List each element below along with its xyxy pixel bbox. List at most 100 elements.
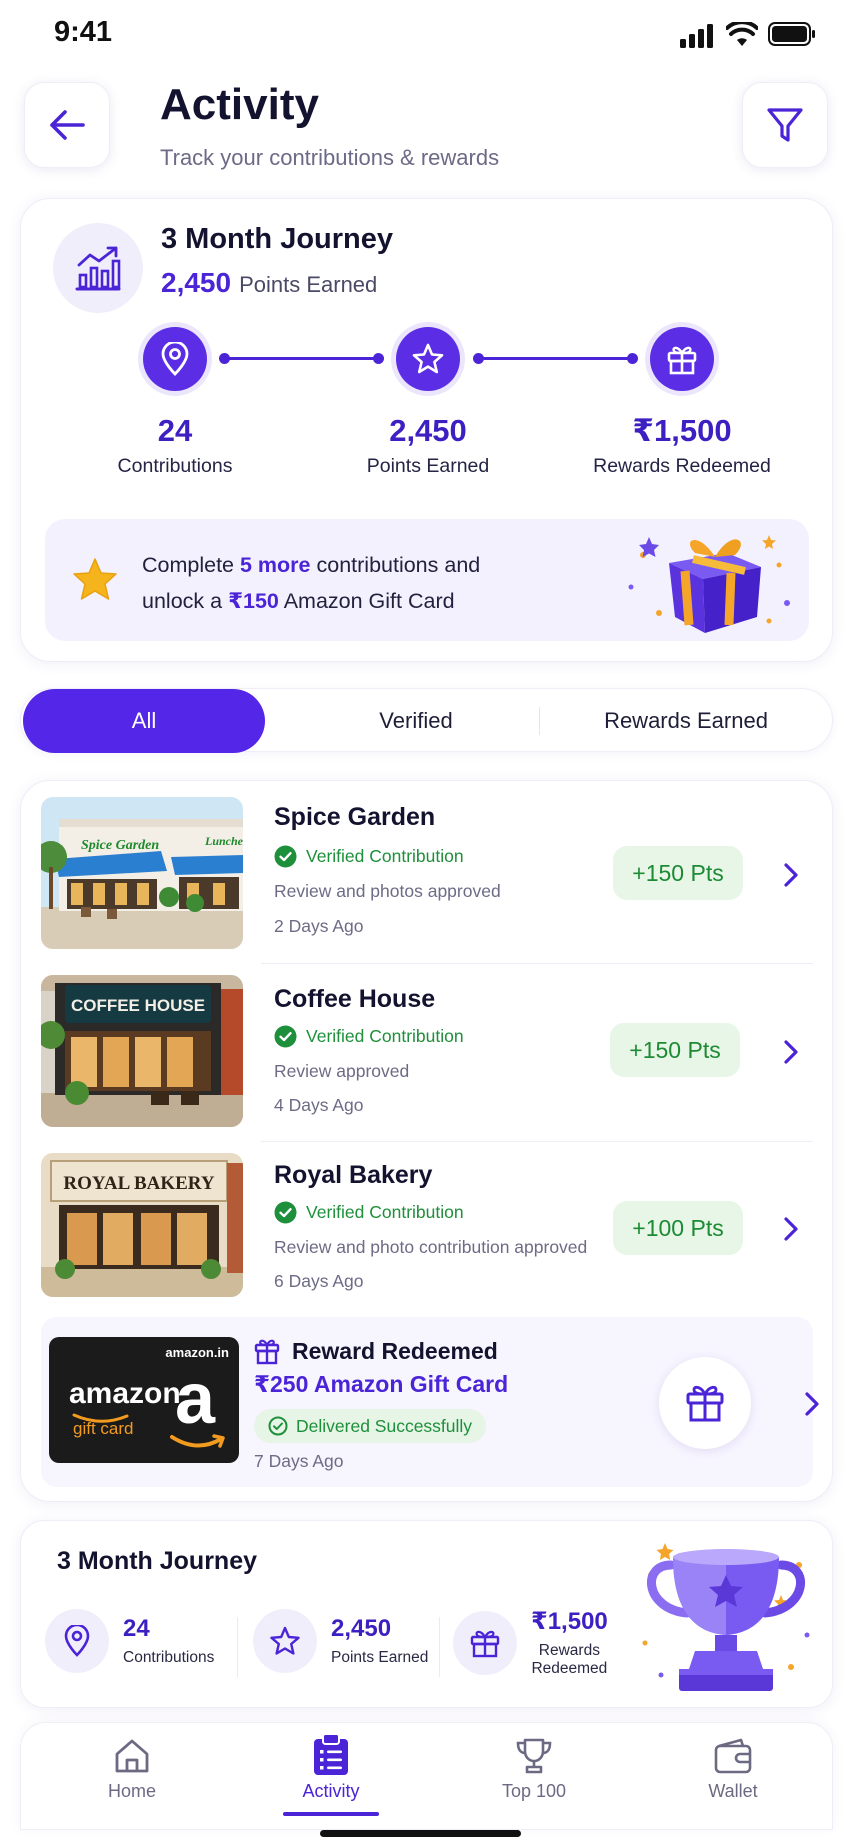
check-circle-icon [274,845,297,868]
delivered-badge: Delivered Successfully [254,1409,487,1443]
amazon-smile-icon [72,1413,129,1423]
journey-points: 2,450 Points Earned [161,267,377,299]
active-indicator [283,1812,379,1816]
chevron-right-icon[interactable] [783,862,799,888]
nav-activity[interactable]: Activity [271,1733,391,1816]
points-badge: +150 Pts [610,1023,740,1077]
item-description: Review and photo contribution approved [274,1237,588,1257]
reward-time: 7 Days Ago [254,1451,344,1471]
nav-wallet[interactable]: Wallet [673,1737,793,1802]
check-circle-icon [268,1416,288,1436]
restaurant-image: Spice Garden Lunches [41,797,243,949]
nav-home[interactable]: Home [72,1737,192,1802]
summary-divider [237,1617,238,1677]
filter-icon [767,108,803,142]
status-time: 9:41 [54,16,113,48]
sign-text: ROYAL BAKERY [63,1173,214,1194]
tab-label: Rewards Earned [604,708,768,733]
summary-value: 2,450 [331,1615,392,1642]
summary-stat-points: 2,450 Points Earned [253,1609,428,1673]
stat-value: 24 [157,413,193,448]
summary-stat-rewards: ₹1,500 Rewards Redeemed [453,1607,608,1678]
chevron-right-icon[interactable] [783,1216,799,1242]
stat-value: 2,450 [389,413,467,448]
amazon-smile-icon [170,1434,225,1448]
stat-points: 2,450 Points Earned [328,413,528,478]
filter-button[interactable] [742,82,828,168]
list-item[interactable]: ROYAL BAKERY Royal Bakery Verified Contr… [21,1141,834,1317]
card-domain: amazon.in [165,1345,229,1360]
timeline-dot [473,353,484,364]
nav-top-100[interactable]: Top 100 [474,1737,594,1802]
nav-label: Wallet [708,1781,758,1801]
item-time: 4 Days Ago [274,1095,364,1115]
star-icon [253,1609,317,1673]
item-title: Royal Bakery [274,1161,433,1189]
star-icon [396,327,460,391]
tab-label: Verified [379,708,453,733]
status-text: Verified Contribution [306,1026,464,1046]
sign-text: Lunches [204,834,243,848]
item-description: Review and photos approved [274,881,501,901]
gift-icon [254,1339,280,1365]
stat-label: Contributions [117,455,233,477]
delivered-text: Delivered Successfully [296,1415,473,1436]
points-badge: +150 Pts [613,846,743,900]
summary-stat-contributions: 24 Contributions [45,1609,214,1673]
gift-icon [650,327,714,391]
tab-verified[interactable]: Verified [291,689,541,753]
bottom-nav: Home Activity Top 100 Wallet [20,1722,833,1830]
timeline-dot [373,353,384,364]
star-badge-icon [73,558,117,600]
reward-title-row: Reward Redeemed [254,1337,498,1365]
summary-title: 3 Month Journey [57,1547,258,1575]
nav-label: Home [107,1781,156,1801]
status-verified: Verified Contribution [274,1201,464,1224]
summary-label: Redeemed [531,1660,608,1677]
timeline-dot [219,353,230,364]
card-letter: a [175,1359,216,1439]
summary-label: Contributions [123,1649,215,1666]
wifi-icon [726,22,758,46]
status-text: Verified Contribution [306,1202,464,1222]
gift-icon [453,1610,517,1675]
promo-text: Complete 5 more contributions and unlock… [142,553,481,613]
item-description: Review approved [274,1061,410,1081]
summary-card: 3 Month Journey 24 Contributions 2,450 P… [20,1520,833,1708]
journey-title: 3 Month Journey [161,223,394,255]
stat-label: Rewards Redeemed [593,455,771,477]
stat-contributions: 24 Contributions [75,413,275,478]
sign-text: COFFEE HOUSE [71,996,205,1015]
item-title: Coffee House [274,985,436,1013]
journey-points-label: Points Earned [239,272,378,297]
reward-item[interactable]: amazon.in amazon gift card a Reward Rede… [41,1317,819,1487]
points-badge: +100 Pts [613,1201,743,1255]
promo-banner[interactable]: Complete 5 more contributions and unlock… [45,519,809,641]
tab-label: All [131,708,157,733]
summary-value: 24 [123,1615,150,1642]
back-button[interactable] [24,82,110,168]
check-circle-icon [274,1201,297,1224]
timeline-line-1 [223,357,381,360]
home-indicator [320,1830,521,1837]
trophy-illustration [642,1543,810,1691]
restaurant-image: ROYAL BAKERY [41,1153,243,1297]
nav-label: Activity [302,1781,360,1801]
location-pin-icon [143,327,207,391]
summary-label: Points Earned [331,1649,429,1666]
chevron-right-icon[interactable] [804,1391,820,1417]
status-text: Verified Contribution [306,846,464,866]
tab-rewards-earned[interactable]: Rewards Earned [551,689,821,753]
journey-card: 3 Month Journey 2,450 Points Earned 24 C… [20,198,833,662]
item-time: 2 Days Ago [274,916,364,936]
restaurant-image: COFFEE HOUSE [41,975,243,1127]
item-time: 6 Days Ago [274,1271,364,1291]
tab-all[interactable]: All [23,689,265,753]
chevron-right-icon[interactable] [783,1039,799,1065]
check-circle-icon [274,1025,297,1048]
gift-circle-icon [659,1357,751,1449]
list-item[interactable]: COFFEE HOUSE Coffee House Verified Contr… [21,963,834,1141]
list-item[interactable]: Spice Garden Lunches Spice Garden Verifi… [21,781,834,963]
journey-points-value: 2,450 [161,267,232,298]
sign-text: Spice Garden [81,838,159,853]
